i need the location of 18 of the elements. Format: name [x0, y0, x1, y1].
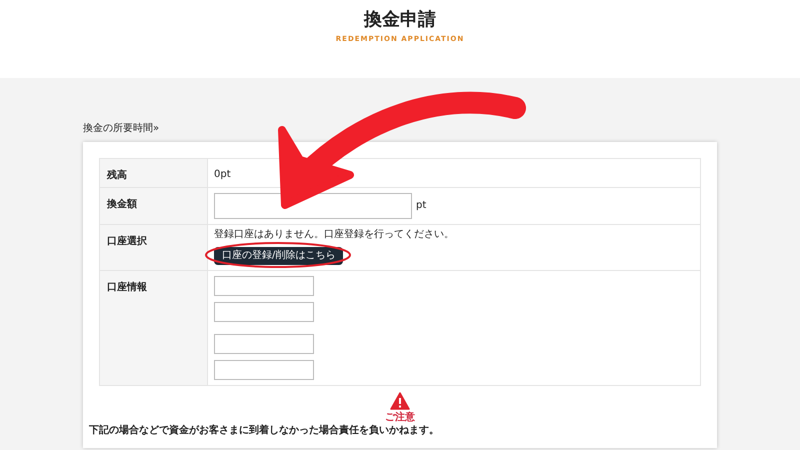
input-field[interactable] [214, 193, 412, 219]
input-field[interactable] [214, 276, 314, 296]
input-field[interactable] [214, 334, 314, 354]
processing-time-link[interactable]: 換金の所要時間» [83, 123, 160, 134]
row-label: 口座選択 [107, 236, 147, 247]
balance-value: 0pt [214, 169, 231, 180]
register-account-button[interactable]: 口座の登録/削除はこちら [214, 247, 344, 265]
input-field[interactable] [214, 360, 314, 380]
notice-text: 下記の場合などで資金がお客さまに到着しなかった場合責任を負いかねます。 [89, 425, 440, 438]
row-label: 口座情報 [107, 282, 147, 293]
unit-label: pt [416, 201, 426, 211]
row-label: 残高 [107, 170, 127, 181]
input-field[interactable] [214, 302, 314, 322]
row-label: 換金額 [107, 199, 137, 210]
no-account-message: 登録口座はありません。口座登録を行ってください。 [214, 230, 454, 240]
notice-title: ご注意 [385, 410, 415, 425]
warning-icon [390, 392, 410, 410]
page-title: 換金申請 [364, 9, 436, 32]
